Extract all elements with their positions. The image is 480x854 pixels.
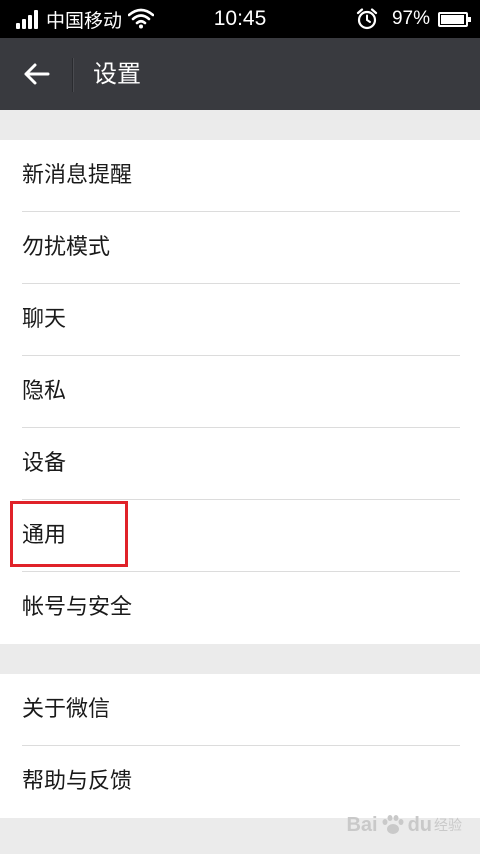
battery-fill: [441, 14, 465, 24]
settings-item-label: 帐号与安全: [22, 595, 133, 620]
header-divider: [72, 58, 74, 92]
page-title: 设置: [93, 60, 141, 88]
settings-item-label: 帮助与反馈: [22, 769, 133, 794]
back-arrow-icon: [24, 63, 50, 85]
settings-item-label: 勿扰模式: [22, 235, 111, 260]
settings-item-account-security[interactable]: 帐号与安全: [0, 572, 480, 644]
settings-item-privacy[interactable]: 隐私: [0, 356, 480, 428]
settings-item-do-not-disturb[interactable]: 勿扰模式: [0, 212, 480, 284]
carrier-name: 中国移动: [46, 10, 123, 32]
battery-icon: [438, 11, 471, 27]
status-left: 中国移动: [16, 0, 155, 38]
settings-item-label: 新消息提醒: [22, 163, 133, 188]
watermark-brand: Bai: [346, 813, 378, 836]
status-bar: 中国移动 10:45 97%: [0, 0, 480, 38]
settings-group-main: 新消息提醒 勿扰模式 聊天 隐私 设备 通用 帐号与安全: [0, 140, 480, 644]
settings-item-about[interactable]: 关于微信: [0, 674, 480, 746]
settings-item-devices[interactable]: 设备: [0, 428, 480, 500]
settings-group-about: 关于微信 帮助与反馈: [0, 674, 480, 818]
watermark: Bai du 经验: [346, 808, 462, 842]
watermark-brand-suffix: du: [407, 813, 432, 836]
settings-item-label: 隐私: [22, 379, 67, 404]
watermark-sub: 经验: [434, 817, 462, 833]
settings-item-new-message-alerts[interactable]: 新消息提醒: [0, 140, 480, 212]
highlight-annotation: [10, 501, 128, 567]
title-bar: 设置: [0, 38, 480, 110]
settings-item-label: 关于微信: [22, 697, 111, 722]
settings-item-chat[interactable]: 聊天: [0, 284, 480, 356]
battery-percent: 97%: [391, 8, 430, 29]
paw-icon: [382, 815, 404, 834]
settings-item-label: 聊天: [22, 307, 67, 332]
settings-item-label: 设备: [22, 451, 67, 476]
alarm-icon: [356, 8, 378, 30]
back-button[interactable]: [10, 50, 62, 98]
wifi-icon: [128, 8, 155, 29]
status-right: 97%: [356, 0, 471, 38]
signal-icon: [16, 9, 40, 29]
